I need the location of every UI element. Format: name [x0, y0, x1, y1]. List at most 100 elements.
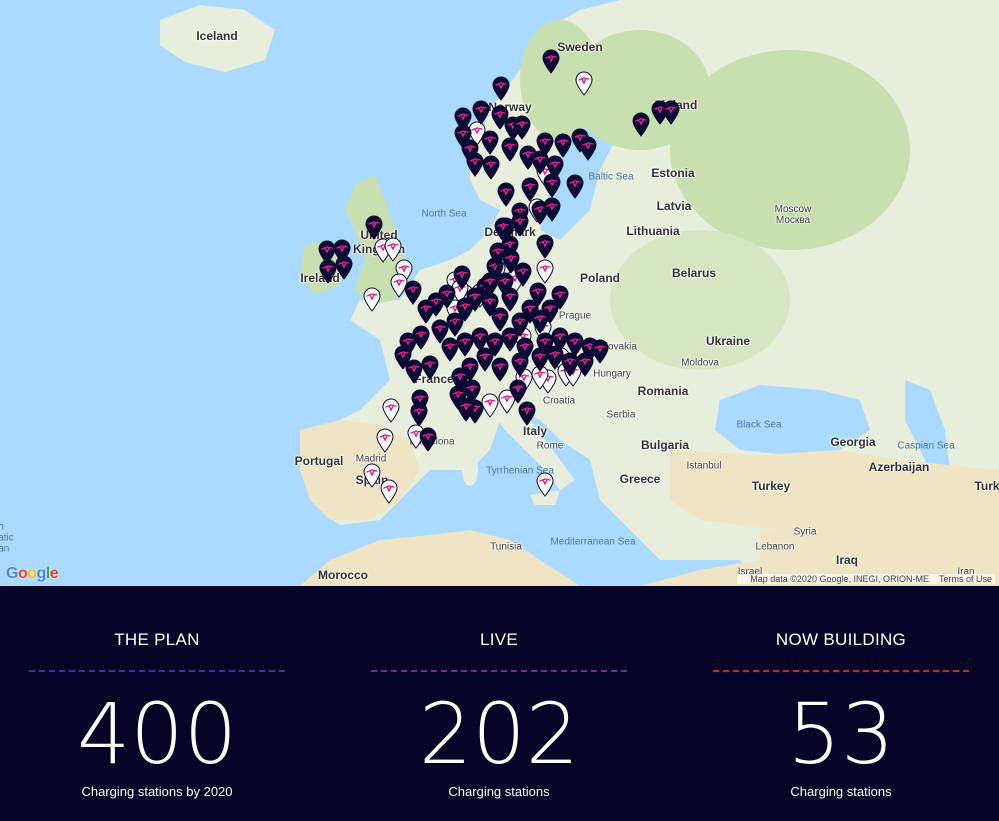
label-tunisia: Tunisia: [490, 541, 522, 553]
stat-caption: Charging stations: [448, 784, 550, 799]
live-station-marker[interactable]: [365, 215, 383, 240]
map-pin-icon: [494, 217, 512, 242]
map-pin-icon: [501, 137, 519, 162]
map-view[interactable]: Iceland Sweden Norway Finland Estonia La…: [0, 0, 999, 586]
map-pin-icon: [404, 280, 422, 305]
live-station-marker[interactable]: [632, 112, 650, 137]
label-poland: Poland: [579, 271, 621, 285]
label-black-sea: Black Sea: [736, 419, 782, 431]
label-croatia: Croatia: [542, 395, 576, 407]
live-station-marker[interactable]: [501, 137, 519, 162]
live-station-marker[interactable]: [492, 76, 510, 101]
stat-now-building: NOW BUILDING 53 Charging stations: [713, 586, 969, 799]
label-atlantic-fragment: h atic an: [0, 521, 14, 555]
planned-station-marker[interactable]: [376, 428, 394, 453]
map-pin-icon: [536, 234, 554, 259]
map-pin-icon: [363, 287, 381, 312]
live-station-marker[interactable]: [421, 355, 439, 380]
map-pin-icon: [511, 352, 529, 377]
label-iceland: Iceland: [196, 29, 238, 43]
label-azerbaijan: Azerbaijan: [868, 460, 930, 474]
live-station-marker[interactable]: [521, 177, 539, 202]
map-pin-icon: [382, 398, 400, 423]
label-syria: Syria: [793, 526, 817, 538]
live-station-marker[interactable]: [511, 212, 529, 237]
live-station-marker[interactable]: [511, 352, 529, 377]
map-pin-icon: [566, 174, 584, 199]
map-pin-icon: [496, 272, 514, 297]
label-morocco: Morocco: [317, 568, 369, 582]
map-pin-icon: [531, 309, 549, 334]
live-station-marker[interactable]: [662, 100, 680, 125]
label-italy: Italy: [522, 424, 548, 438]
label-caspian-sea: Caspian Sea: [897, 440, 955, 452]
attribution-text: Map data ©2020 Google, INEGI, ORION-ME: [750, 574, 929, 584]
map-pin-icon: [511, 212, 529, 237]
live-station-marker[interactable]: [496, 272, 514, 297]
google-logo: Google: [6, 565, 59, 582]
map-pin-icon: [489, 242, 507, 267]
map-pin-icon: [662, 100, 680, 125]
label-north-sea: North Sea: [421, 208, 467, 220]
planned-station-marker[interactable]: [363, 287, 381, 312]
planned-station-marker[interactable]: [536, 472, 554, 497]
label-belarus: Belarus: [671, 266, 717, 280]
label-hungary: Hungary: [593, 368, 631, 380]
live-station-marker[interactable]: [419, 427, 437, 452]
map-pin-icon: [632, 112, 650, 137]
map-pin-icon: [551, 285, 569, 310]
stat-caption: Charging stations by 2020: [81, 784, 233, 799]
live-station-marker[interactable]: [536, 234, 554, 259]
label-ukraine: Ukraine: [705, 334, 751, 348]
label-romania: Romania: [637, 384, 689, 398]
live-station-marker[interactable]: [551, 285, 569, 310]
live-station-marker[interactable]: [543, 173, 561, 198]
live-station-marker[interactable]: [489, 242, 507, 267]
label-iraq: Iraq: [835, 553, 859, 567]
stat-live: LIVE 202 Charging stations: [371, 586, 627, 799]
live-station-marker[interactable]: [457, 397, 475, 422]
label-prague: Prague: [558, 310, 592, 322]
stat-heading: LIVE: [479, 630, 519, 649]
label-georgia: Georgia: [830, 435, 876, 449]
map-pin-icon: [472, 100, 490, 125]
stat-divider: [713, 670, 969, 672]
live-station-marker[interactable]: [335, 255, 353, 280]
live-station-marker[interactable]: [566, 174, 584, 199]
map-pin-icon: [531, 347, 549, 372]
live-station-marker[interactable]: [410, 402, 428, 427]
map-pin-icon: [536, 472, 554, 497]
map-attribution: Map data ©2020 Google, INEGI, ORION-ME Te…: [737, 574, 995, 584]
terms-link[interactable]: Terms of Use: [939, 574, 992, 584]
live-station-marker[interactable]: [482, 155, 500, 180]
live-station-marker[interactable]: [531, 309, 549, 334]
label-istanbul: Istanbul: [686, 460, 722, 472]
live-station-marker[interactable]: [543, 197, 561, 222]
map-pin-icon: [543, 197, 561, 222]
live-station-marker[interactable]: [518, 401, 536, 426]
planned-station-marker[interactable]: [382, 398, 400, 423]
stat-heading: NOW BUILDING: [775, 630, 907, 649]
map-pin-icon: [421, 355, 439, 380]
live-station-marker[interactable]: [579, 136, 597, 161]
label-turk: Turk: [974, 479, 999, 493]
map-pin-icon: [518, 401, 536, 426]
planned-station-marker[interactable]: [363, 463, 381, 488]
label-lithuania: Lithuania: [626, 224, 680, 238]
planned-station-marker[interactable]: [536, 259, 554, 284]
live-station-marker[interactable]: [494, 217, 512, 242]
live-station-marker[interactable]: [542, 49, 560, 74]
stat-heading: THE PLAN: [114, 630, 200, 649]
planned-station-marker[interactable]: [575, 71, 593, 96]
map-pin-icon: [365, 215, 383, 240]
map-pin-icon: [376, 428, 394, 453]
label-mediterranean-sea: Mediterranean Sea: [550, 536, 636, 548]
live-station-marker[interactable]: [404, 280, 422, 305]
label-rome: Rome: [536, 440, 564, 452]
stat-the-plan: THE PLAN 400 Charging stations by 2020: [29, 586, 285, 799]
map-pin-icon: [380, 479, 398, 504]
map-pin-icon: [579, 136, 597, 161]
live-station-marker[interactable]: [531, 347, 549, 372]
planned-station-marker[interactable]: [380, 479, 398, 504]
live-station-marker[interactable]: [472, 100, 490, 125]
